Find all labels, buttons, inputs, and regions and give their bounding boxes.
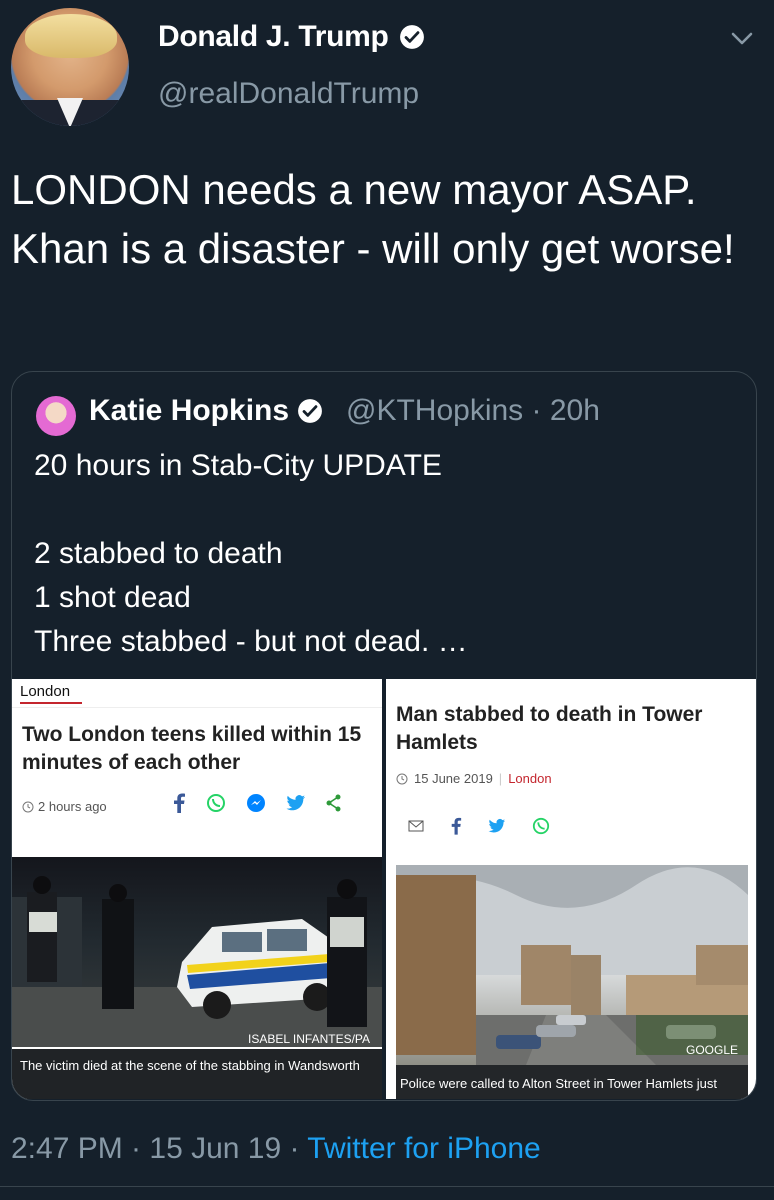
clock-icon (396, 773, 408, 784)
author-name-row[interactable]: Donald J. Trump (158, 20, 425, 54)
quoted-tweet-text: 20 hours in Stab-City UPDATE 2 stabbed t… (34, 449, 468, 658)
tweet-timestamp[interactable]: 2:47 PM · 15 Jun 19 · (11, 1132, 307, 1165)
tweet-text: LONDON needs a new mayor ASAP. Khan is a… (11, 166, 735, 272)
quoted-author-avatar[interactable] (36, 396, 76, 436)
facebook-icon (451, 817, 462, 835)
article-date: 15 June 2019 (414, 771, 493, 786)
author-handle[interactable]: @realDonaldTrump (158, 77, 419, 111)
photo-credit: GOOGLE (686, 1043, 739, 1057)
article-location: London (508, 771, 552, 786)
tweet-meta: 2:47 PM · 15 Jun 19 · Twitter for iPhone (11, 1132, 541, 1166)
twitter-icon (286, 795, 305, 811)
divider (0, 1186, 774, 1187)
clock-icon (22, 801, 34, 812)
share-icon (326, 794, 341, 812)
article-time: 2 hours ago (22, 799, 107, 814)
police-scene-photo (12, 857, 382, 1047)
author-avatar[interactable] (11, 8, 129, 126)
street-photo (396, 865, 748, 1065)
facebook-icon (174, 793, 185, 813)
photo-illustration (396, 865, 748, 1065)
quoted-image-right[interactable]: Man stabbed to death in Tower Hamlets 15… (386, 679, 756, 1099)
verified-badge-icon (298, 399, 322, 423)
quoted-author-name-row: Katie Hopkins (89, 394, 323, 428)
chevron-down-icon[interactable] (728, 26, 756, 50)
photo-credit: ISABEL INFANTES/PA (248, 1032, 371, 1046)
date-separator: | (498, 771, 503, 786)
share-icons (408, 817, 550, 835)
divider (12, 707, 382, 708)
quoted-handle-time: @KTHopkins · 20h (346, 394, 600, 427)
article-time-text: 2 hours ago (38, 799, 107, 814)
photo-illustration (12, 876, 382, 1047)
messenger-icon (247, 794, 265, 812)
email-icon (408, 820, 424, 832)
section-underline (20, 702, 82, 704)
article-headline: Two London teens killed within 15 minute… (22, 723, 362, 774)
photo-caption: The victim died at the scene of the stab… (20, 1058, 360, 1073)
author-name[interactable]: Donald J. Trump (158, 20, 389, 54)
whatsapp-icon (532, 817, 550, 835)
article-date-row: 15 June 2019 | London (396, 771, 552, 786)
twitter-icon (488, 819, 505, 833)
quoted-tweet-card[interactable]: Katie Hopkins @KTHopkins · 20h 20 hours … (11, 371, 757, 1101)
article-section-label: London (20, 683, 71, 700)
tweet-source-link[interactable]: Twitter for iPhone (307, 1132, 540, 1165)
share-icons (172, 793, 342, 813)
whatsapp-icon (207, 794, 225, 812)
photo-caption: Police were called to Alton Street in To… (400, 1076, 717, 1091)
article-headline: Man stabbed to death in Tower Hamlets (396, 703, 703, 754)
quoted-author-name: Katie Hopkins (89, 394, 290, 427)
quoted-image-left[interactable]: London Two London teens killed within 15… (12, 679, 382, 1099)
verified-badge-icon (399, 25, 424, 49)
